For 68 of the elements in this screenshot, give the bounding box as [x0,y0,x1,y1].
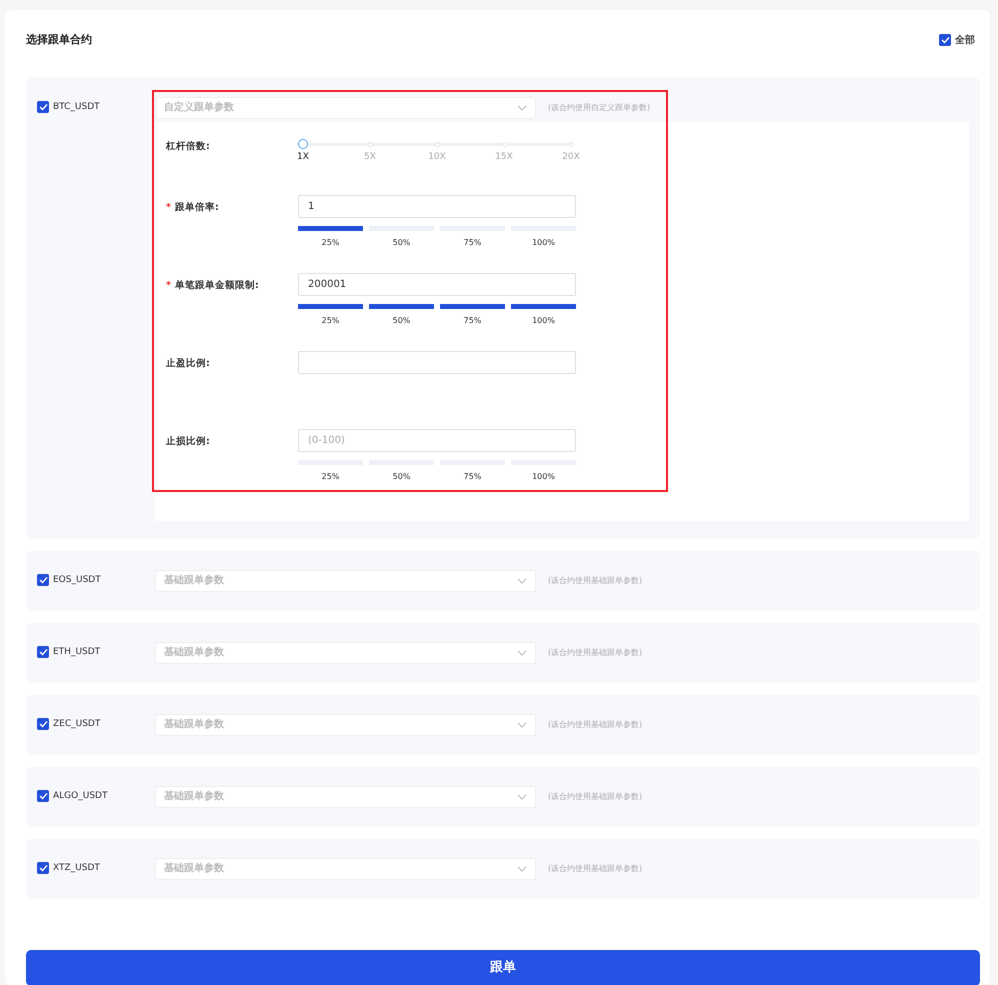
contract-name: ALGO_USDT [53,790,108,802]
checkbox[interactable] [37,790,49,802]
chevron-down-icon [517,650,527,656]
param-select[interactable]: 基础跟单参数 [155,570,536,592]
field-label: 杠杆倍数: [166,140,210,154]
param-note: (该合约使用基础跟单参数) [548,862,642,874]
param-select[interactable]: 基础跟单参数 [155,858,536,880]
checkbox[interactable] [37,862,49,874]
chevron-down-icon [517,794,527,800]
select-all-label: 全部 [955,34,975,48]
tick-label[interactable]: 1X [297,150,309,164]
param-note: (该合约使用基础跟单参数) [548,574,642,586]
param-select[interactable]: 基础跟单参数 [155,714,536,736]
checkbox[interactable] [37,646,49,658]
input-field[interactable] [298,350,576,374]
tick-label[interactable]: 20X [562,150,580,164]
tick-label[interactable]: 5X [364,150,376,164]
field-label: 单笔跟单金额限制: [174,278,259,292]
field-label: 止损比例: [166,434,210,448]
contract-name: ZEC_USDT [53,718,100,730]
preset-bar[interactable] [440,304,505,308]
chevron-down-icon [517,722,527,728]
preset-label: 25% [320,470,340,482]
checkbox[interactable] [37,574,49,586]
preset-bar[interactable] [298,226,363,230]
contract-name: ETH_USDT [53,646,100,658]
preset-label: 50% [392,236,412,248]
param-note: (该合约使用基础跟单参数) [548,718,642,730]
required-mark: * [166,200,171,214]
input-field[interactable]: (0-100) [298,428,576,452]
contract-name: EOS_USDT [53,574,101,586]
preset-label: 75% [462,236,482,248]
preset-label: 100% [531,236,556,248]
param-select[interactable]: 基础跟单参数 [155,642,536,664]
preset-label: 25% [320,314,340,326]
preset-label: 50% [392,314,412,326]
input-field[interactable]: 1 [298,194,576,218]
tick-label[interactable]: 15X [495,150,513,164]
field-label: 止盈比例: [166,356,210,370]
chevron-down-icon [517,866,527,872]
checkbox[interactable] [37,718,49,730]
checkbox[interactable] [37,100,49,112]
tick-label[interactable]: 10X [428,150,446,164]
param-select[interactable]: 基础跟单参数 [155,786,536,808]
preset-bar[interactable] [511,304,576,308]
chevron-down-icon [517,104,527,110]
required-mark: * [166,278,171,292]
contract-name: XTZ_USDT [53,862,100,874]
section-title: 选择跟单合约 [26,32,92,48]
preset-label: 75% [462,314,482,326]
preset-label: 50% [392,470,412,482]
field-label: 跟单倍率: [174,200,219,214]
param-note: (该合约使用自定义跟单参数) [548,102,650,114]
preset-label: 100% [531,314,556,326]
slider-thumb[interactable] [298,138,308,148]
preset-label: 100% [531,470,556,482]
contract-name: BTC_USDT [53,100,100,114]
preset-label: 25% [320,236,340,248]
param-note: (该合约使用基础跟单参数) [548,646,642,658]
input-field[interactable]: 200001 [298,272,576,296]
follow-button[interactable]: 跟单 [26,950,980,985]
chevron-down-icon [517,578,527,584]
preset-label: 75% [462,470,482,482]
param-select[interactable]: 自定义跟单参数 [155,96,536,118]
checkbox[interactable] [939,34,951,46]
param-note: (该合约使用基础跟单参数) [548,790,642,802]
preset-bar[interactable] [298,304,363,308]
preset-bar[interactable] [369,304,434,308]
